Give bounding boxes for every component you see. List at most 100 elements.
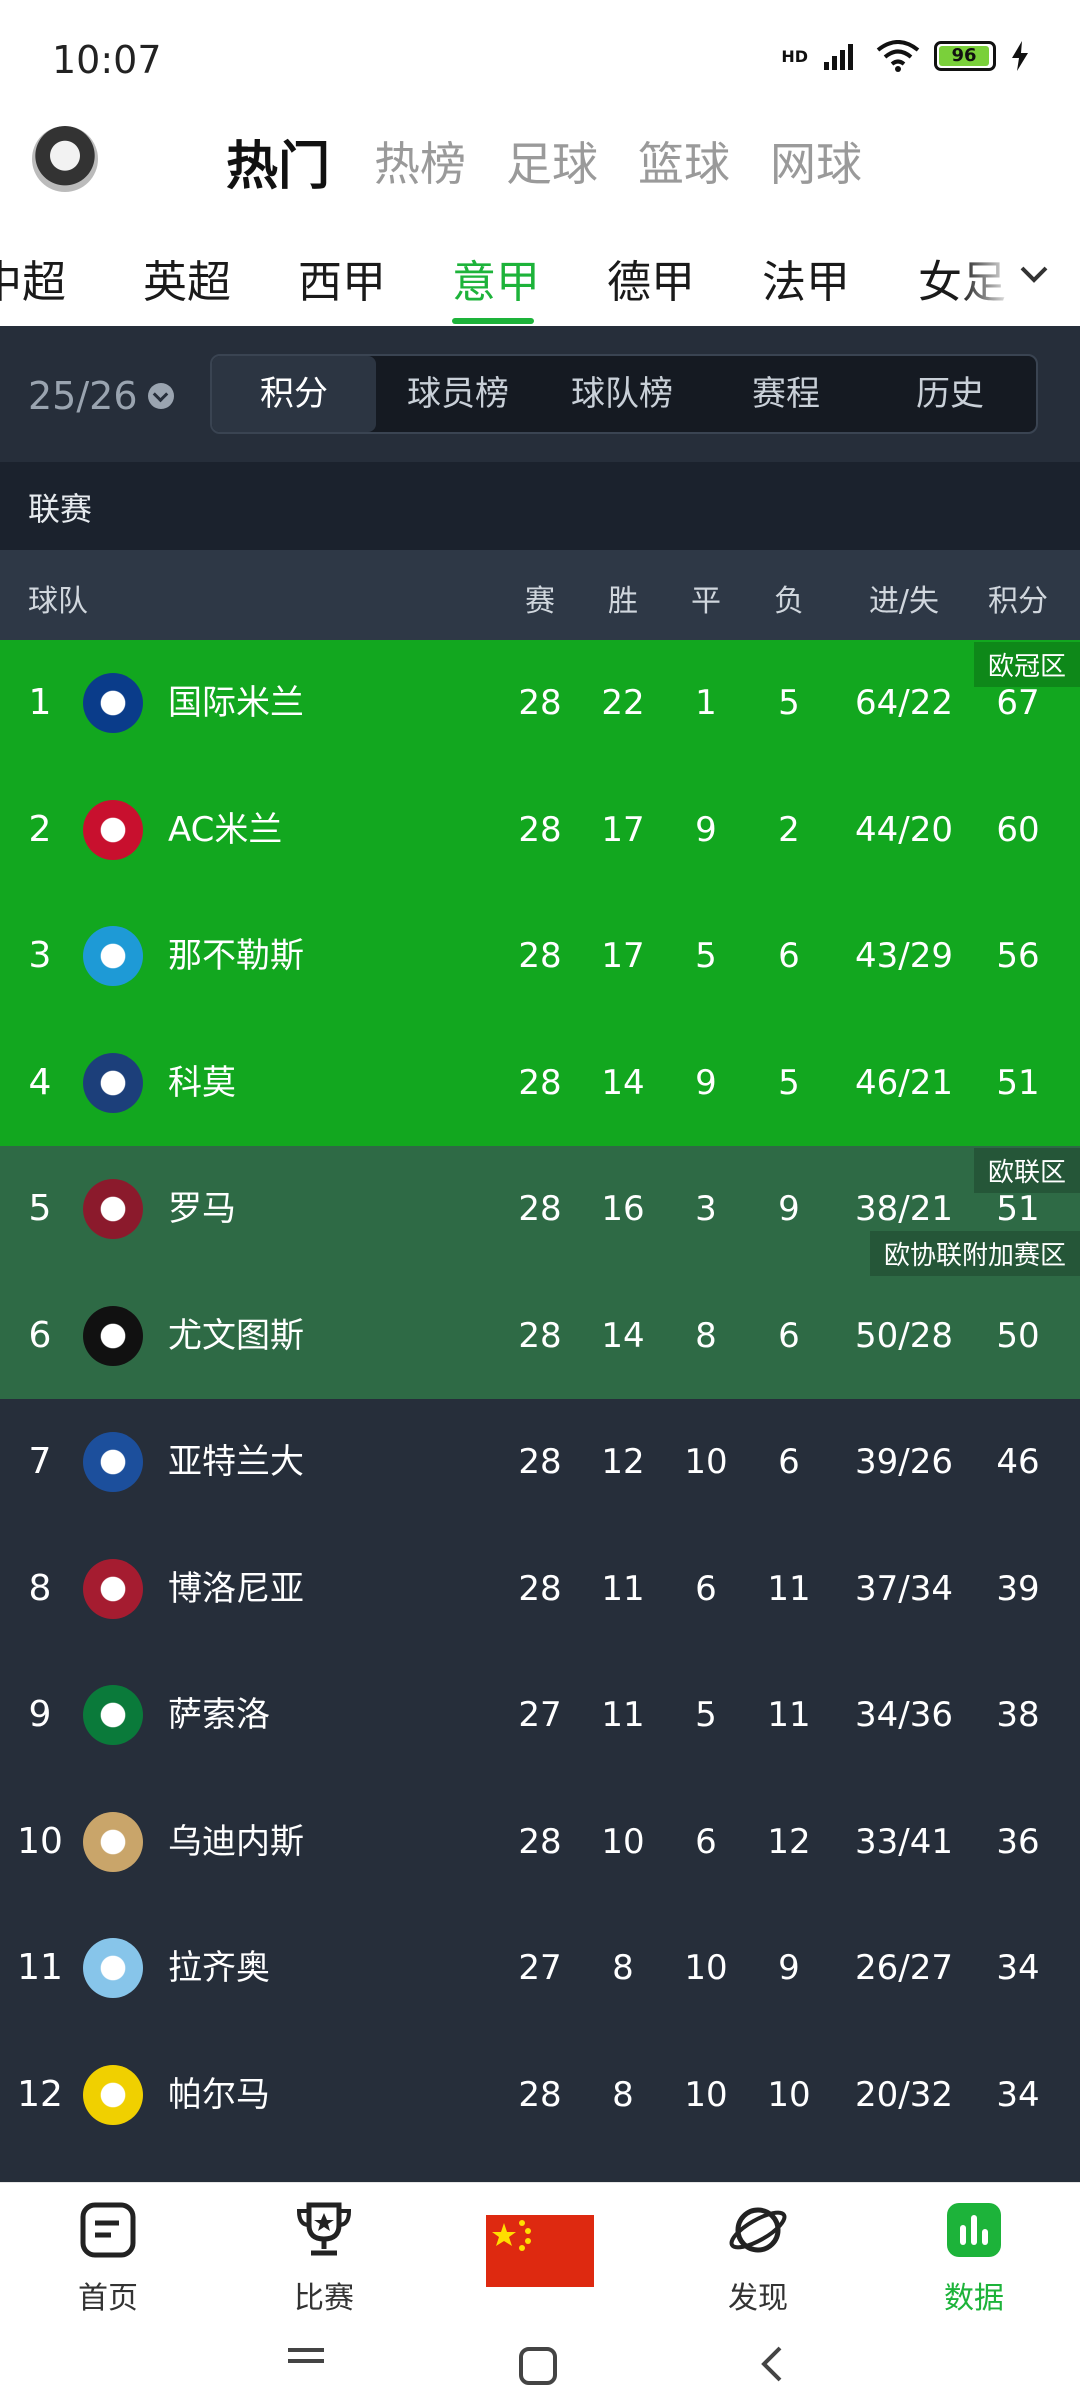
goals: 26/27 (855, 1948, 953, 1988)
league-tab-csl[interactable]: 中超 (0, 246, 66, 310)
nav-matches-label: 比赛 (294, 2281, 354, 2316)
zone-label-ucl: 欧冠区 (973, 642, 1080, 687)
team-name: 罗马 (168, 1189, 236, 1229)
hd-label: HD (781, 46, 808, 66)
tab-hot[interactable]: 热门 (226, 124, 330, 199)
team-name: 亚特兰大 (168, 1442, 304, 1482)
zone-label-uecl: 欧协联附加赛区 (869, 1230, 1080, 1276)
won: 8 (612, 1948, 634, 1988)
segment-schedule[interactable]: 赛程 (704, 356, 868, 432)
parma-logo (83, 2064, 143, 2125)
col-goals: 进/失 (868, 584, 940, 619)
table-row[interactable]: 8 博洛尼亚 28 11 6 11 37/34 39 (0, 1525, 1080, 1652)
lost: 11 (767, 1568, 811, 1609)
home-square-icon[interactable] (518, 2346, 558, 2386)
col-won: 胜 (608, 584, 638, 619)
table-row[interactable]: 11 拉齐奥 27 8 10 9 26/27 34 (0, 1905, 1080, 2032)
segment-history[interactable]: 历史 (868, 356, 1032, 432)
team-name: 国际米兰 (168, 683, 304, 723)
drawn: 1 (695, 683, 717, 723)
nav-discover[interactable]: 发现 (688, 2201, 828, 2317)
won: 14 (601, 1315, 645, 1356)
wifi-icon (876, 40, 920, 72)
league-tab-ligue1[interactable]: 法甲 (762, 246, 850, 310)
segment-players[interactable]: 球员榜 (376, 356, 540, 432)
table-row[interactable]: 3 那不勒斯 28 17 5 6 43/29 56 (0, 893, 1080, 1020)
bologna-logo (83, 1558, 143, 1619)
won: 10 (601, 1821, 645, 1862)
menu-icon[interactable] (286, 2346, 326, 2376)
drawn: 3 (695, 1189, 717, 1229)
team-name: 拉齐奥 (168, 1948, 270, 1988)
planet-icon (729, 2207, 787, 2253)
table-row[interactable]: 4 科莫 28 14 9 5 46/21 51 (0, 1019, 1080, 1146)
table-row[interactable]: 12 帕尔马 28 8 10 10 20/32 34 (0, 2031, 1080, 2158)
table-row[interactable]: 6 尤文图斯 28 14 8 6 50/28 50 欧协联附加赛区 (0, 1230, 1080, 1399)
segment-standings[interactable]: 积分 (212, 356, 376, 432)
como-logo (83, 1052, 143, 1113)
table-row[interactable]: 10 乌迪内斯 28 10 6 12 33/41 36 (0, 1778, 1080, 1905)
tab-tennis[interactable]: 网球 (770, 128, 862, 194)
table-row[interactable]: 2 AC米兰 28 17 9 2 44/20 60 (0, 766, 1080, 893)
league-tab-seriea[interactable]: 意甲 (452, 246, 540, 310)
points: 60 (996, 809, 1040, 850)
drawn: 5 (695, 936, 717, 976)
drawn: 8 (695, 1315, 717, 1356)
nav-matches[interactable]: 比赛 (254, 2201, 394, 2317)
lost: 5 (778, 1062, 800, 1103)
avatar[interactable] (32, 126, 98, 192)
signal-icon (824, 44, 853, 70)
back-icon[interactable] (756, 2344, 786, 2384)
flag-stars-icon (492, 2220, 531, 2251)
sassuolo-logo (83, 1685, 143, 1745)
goals: 39/26 (855, 1442, 953, 1482)
team-name: 尤文图斯 (168, 1315, 304, 1356)
drawn: 6 (695, 1821, 717, 1862)
inter-logo (83, 673, 143, 733)
points: 46 (996, 1442, 1040, 1482)
nav-home[interactable]: 首页 (38, 2201, 178, 2317)
team-rank: 8 (28, 1567, 52, 1609)
league-tab-bundesliga[interactable]: 德甲 (607, 246, 695, 310)
played: 28 (518, 936, 562, 976)
won: 12 (601, 1442, 645, 1482)
points: 34 (996, 2074, 1040, 2115)
tab-basketball[interactable]: 篮球 (638, 128, 730, 194)
season-selector[interactable]: 25/26 (28, 374, 174, 418)
segment-teams[interactable]: 球队榜 (540, 356, 704, 432)
col-lost: 负 (774, 584, 804, 619)
team-rank: 1 (28, 682, 52, 723)
team-name: 那不勒斯 (168, 936, 304, 976)
china-flag[interactable] (486, 2215, 594, 2287)
played: 28 (518, 1189, 562, 1229)
goals: 33/41 (855, 1821, 953, 1862)
roma-logo (83, 1179, 143, 1239)
played: 28 (518, 2074, 562, 2115)
played: 28 (518, 1315, 562, 1356)
table-row[interactable]: 1 国际米兰 28 22 1 5 64/22 67 欧冠区 (0, 640, 1080, 767)
nav-data[interactable]: 数据 (904, 2201, 1044, 2317)
played: 28 (518, 1062, 562, 1103)
goals: 34/36 (855, 1695, 953, 1735)
won: 17 (601, 809, 645, 850)
zone-label-uel: 欧联区 (973, 1148, 1080, 1193)
udinese-logo (83, 1811, 143, 1872)
table-row[interactable]: 9 萨索洛 27 11 5 11 34/36 38 (0, 1652, 1080, 1779)
home-icon (80, 2202, 136, 2258)
tab-football[interactable]: 足球 (506, 128, 598, 194)
league-tab-laliga[interactable]: 西甲 (298, 246, 386, 310)
played: 28 (518, 1821, 562, 1862)
trophy-icon (296, 2202, 352, 2256)
played: 28 (518, 1568, 562, 1609)
team-rank: 5 (28, 1188, 52, 1229)
col-played: 赛 (525, 584, 555, 619)
status-bar: 10:07 HD 96 (0, 0, 1080, 110)
tab-hot-list[interactable]: 热榜 (374, 128, 466, 194)
league-tab-epl[interactable]: 英超 (143, 246, 231, 310)
bottom-nav: 首页 比赛 发现 数据 (0, 2182, 1080, 2323)
table-row[interactable]: 7 亚特兰大 28 12 10 6 39/26 46 (0, 1399, 1080, 1526)
goals: 44/20 (855, 809, 953, 850)
league-tabs: 中超 英超 西甲 意甲 德甲 法甲 女足 (0, 230, 1080, 326)
chevron-down-icon[interactable] (1014, 254, 1054, 294)
col-points: 积分 (988, 584, 1048, 619)
